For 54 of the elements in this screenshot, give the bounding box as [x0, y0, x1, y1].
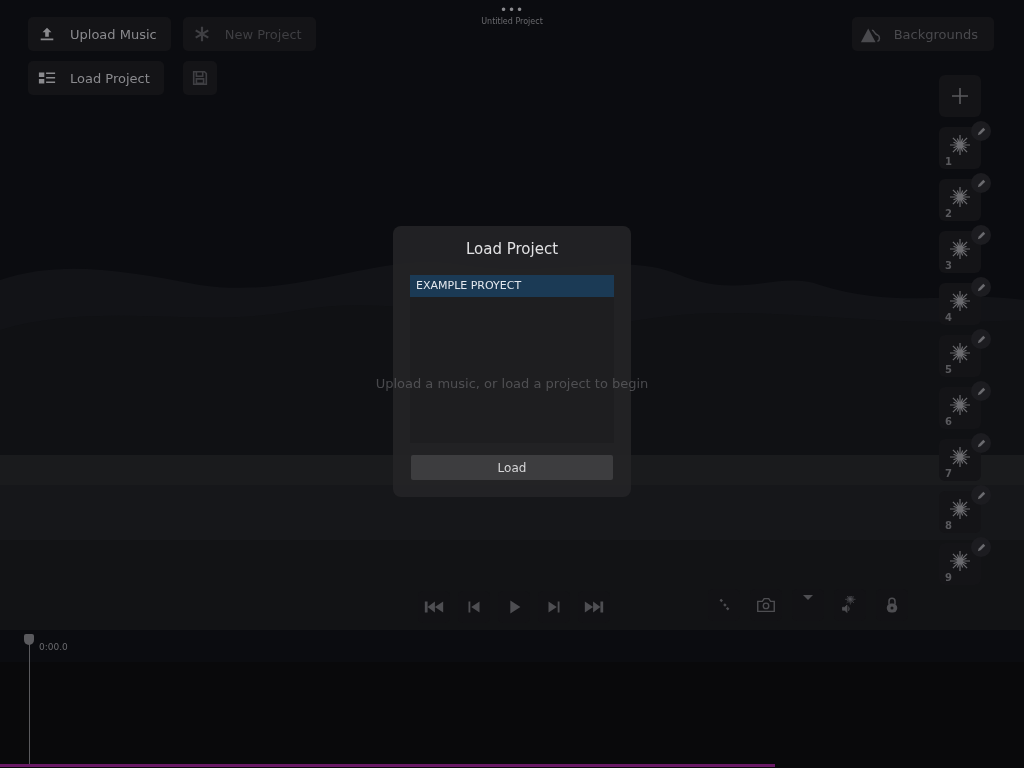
pencil-icon [975, 177, 987, 189]
layer-number: 2 [945, 208, 952, 219]
load-button[interactable]: Load [411, 455, 613, 480]
layer-tile[interactable]: 3 [939, 231, 981, 273]
layer-number: 8 [945, 520, 952, 531]
burst-icon [948, 133, 972, 157]
layer-tile[interactable]: 6 [939, 387, 981, 429]
add-layer-button[interactable] [939, 75, 981, 117]
burst-icon [948, 289, 972, 313]
asterisk-icon [192, 25, 211, 43]
pencil-icon [975, 333, 987, 345]
menu-icon[interactable]: ••• [499, 3, 525, 17]
caret-icon [803, 595, 813, 600]
layer-tile[interactable]: 4 [939, 283, 981, 325]
pencil-icon [975, 125, 987, 137]
pencil-icon [975, 385, 987, 397]
layer-number: 3 [945, 260, 952, 271]
edit-layer-button[interactable] [971, 277, 991, 297]
burst-icon [948, 341, 972, 365]
plus-icon [950, 86, 970, 106]
layer-number: 9 [945, 572, 952, 583]
project-item[interactable]: EXAMPLE PROYECT [410, 275, 614, 297]
burst-icon [948, 185, 972, 209]
layer-tile[interactable]: 1 [939, 127, 981, 169]
pencil-icon [975, 437, 987, 449]
load-button[interactable]: Load Project [28, 61, 164, 95]
pencil-icon [975, 281, 987, 293]
layer-number: 7 [945, 468, 952, 479]
edit-layer-button[interactable] [971, 173, 991, 193]
layer-number: 5 [945, 364, 952, 375]
dialog-title: Load Project [465, 240, 559, 258]
layer-tile[interactable]: 8 [939, 491, 981, 533]
burst-icon [948, 497, 972, 521]
camera-icon [755, 596, 777, 614]
upload-button[interactable]: Upload Music [28, 17, 171, 51]
pencil-icon [975, 229, 987, 241]
layer-number: 1 [945, 156, 952, 167]
layer-tile[interactable]: 7 [939, 439, 981, 481]
time-readout: 0:00.0 [39, 642, 68, 652]
edit-layer-button[interactable] [971, 225, 991, 245]
edit-layer-button[interactable] [971, 121, 991, 141]
save-icon [190, 69, 209, 87]
project-title: Untitled Project [481, 17, 543, 26]
layer-tile[interactable]: 5 [939, 335, 981, 377]
layer-number: 4 [945, 312, 952, 323]
pencil-icon [975, 541, 987, 553]
burst-icon [948, 237, 972, 261]
burst-icon [948, 445, 972, 469]
pencil-icon [975, 489, 987, 501]
layer-number: 6 [945, 416, 952, 427]
burst-icon [948, 393, 972, 417]
upload-icon [38, 25, 56, 43]
burst-icon [948, 549, 972, 573]
layer-tile[interactable]: 2 [939, 179, 981, 221]
